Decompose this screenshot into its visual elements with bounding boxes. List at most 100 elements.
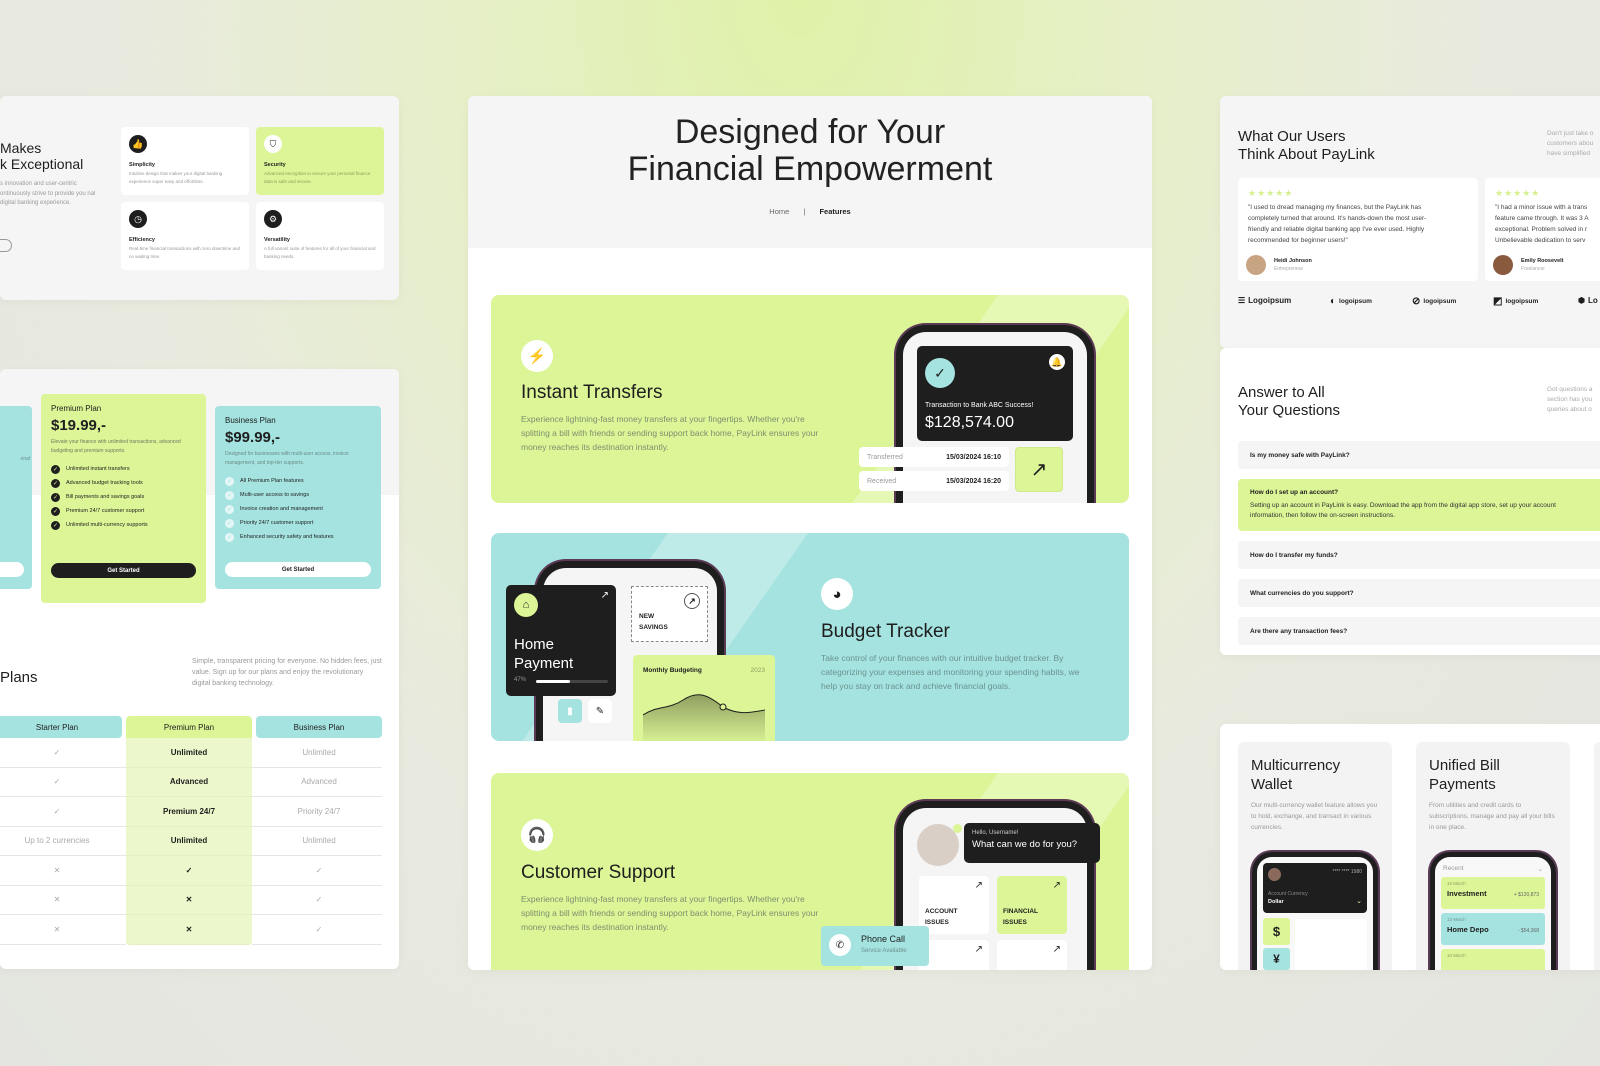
logo-icon: ⬢ xyxy=(1578,296,1585,305)
new-savings-card[interactable]: ↗ NEW SAVINGS xyxy=(631,586,708,642)
why-choose-panel: Makes k Exceptional s innovation and use… xyxy=(0,96,399,300)
check-icon: ✓ xyxy=(51,520,60,530)
home-icon: ⌂ xyxy=(514,593,538,617)
account-issues-tile[interactable]: ↗ ACCOUNT ISSUES xyxy=(919,876,989,934)
logo-icon: ⊘ xyxy=(1412,296,1421,307)
financial-issues-tile[interactable]: ↗ FINANCIAL ISSUES xyxy=(997,876,1067,934)
dollar-button[interactable]: $ xyxy=(1263,918,1290,945)
arrow-up-right-icon: ↗ xyxy=(600,590,609,601)
faq-title: Answer to All Your Questions xyxy=(1238,384,1341,419)
faq-item[interactable]: How do I transfer my funds? xyxy=(1238,541,1600,569)
chart-icon[interactable]: ▮ xyxy=(558,699,582,723)
partner-logo: ⬢ Lo xyxy=(1578,296,1598,305)
transferred-row: Transferred 15/03/2024 16:10 xyxy=(859,447,1009,467)
comparison-cell: ✓ xyxy=(256,886,382,915)
faq-item[interactable]: Is my money safe with PayLink? xyxy=(1238,441,1600,469)
bill-item[interactable]: 12 March Home Depo - $54,368 xyxy=(1441,913,1545,945)
col-premium: Premium Plan xyxy=(126,716,252,738)
faq-panel: Answer to All Your Questions Got question… xyxy=(1220,348,1600,655)
bell-icon[interactable]: 🔔 xyxy=(1049,354,1065,370)
business-get-started-button[interactable]: Get Started xyxy=(225,562,371,577)
more-features-panel: Multicurrency Wallet Our multi-currency w… xyxy=(1220,724,1600,970)
comparison-cell: ✓ xyxy=(256,915,382,945)
arrow-up-right-icon: ↗ xyxy=(974,944,983,955)
yen-button[interactable]: ¥ xyxy=(1263,948,1290,970)
bill-item[interactable]: 16 March Investment + $120,873 xyxy=(1441,877,1545,909)
budget-curve xyxy=(643,694,765,741)
starter-get-started-button[interactable] xyxy=(0,562,24,577)
plan-feature: ✓ All Premium Plan features xyxy=(225,476,304,486)
breadcrumb-current: Features xyxy=(819,207,851,216)
partner-logo: ☰ Logoipsum xyxy=(1238,296,1292,305)
check-icon: ✓ xyxy=(225,476,234,486)
support-tile[interactable]: ↗ xyxy=(997,940,1067,970)
multicurrency-card: Multicurrency Wallet Our multi-currency w… xyxy=(1238,742,1392,970)
faq-item-open[interactable]: How do I set up an account? Setting up a… xyxy=(1238,479,1600,531)
received-row: Received 15/03/2024 16:20 xyxy=(859,471,1009,491)
headphones-icon: 🎧 xyxy=(521,819,553,851)
avatar xyxy=(1493,255,1513,275)
plan-feature: ✓ Premium 24/7 customer support xyxy=(51,506,145,516)
comparison-cell: ✕ xyxy=(126,885,252,915)
phone-call-card[interactable]: ✆ Phone Call Service Available xyxy=(821,926,929,966)
features-page-panel: Designed for Your Financial Empowerment … xyxy=(468,96,1152,970)
exchange-chart xyxy=(1295,919,1367,970)
learn-more-button[interactable] xyxy=(0,239,12,252)
comparison-cell: ✕ xyxy=(0,856,122,886)
feature-budget-tracker: ⌂ ↗ Home Payment 47% ↗ NEW SAVINGS ▮ ✎ M… xyxy=(491,533,1129,741)
breadcrumb: Home | Features xyxy=(769,207,851,216)
comparison-cell: ✓ xyxy=(0,768,122,797)
support-tile[interactable]: ↗ xyxy=(919,940,989,970)
comparison-cell: ✕ xyxy=(126,915,252,945)
comparison-cell: ✓ xyxy=(126,856,252,886)
external-link-icon[interactable]: ↗ xyxy=(1015,447,1063,492)
arrow-up-right-icon: ↗ xyxy=(974,880,983,891)
compare-desc: Simple, transparent pricing for everyone… xyxy=(192,658,382,687)
comparison-row: ✓ Advanced Advanced xyxy=(0,767,382,797)
comparison-cell: Unlimited xyxy=(256,738,382,768)
avatar xyxy=(1246,255,1266,275)
breadcrumb-home[interactable]: Home xyxy=(769,207,789,216)
faq-item[interactable]: What currencies do you support? xyxy=(1238,579,1600,607)
check-icon: ✓ xyxy=(51,492,60,502)
faq-item[interactable]: Are there any transaction fees? xyxy=(1238,617,1600,645)
plan-feature: ✓ Advanced budget tracking tools xyxy=(51,478,143,488)
pie-chart-icon: ◕ xyxy=(821,578,853,610)
comparison-row: ✕ ✕ ✓ xyxy=(0,885,382,915)
partner-logo: ◩ logoipsum xyxy=(1493,296,1539,307)
comparison-cell: Unlimited xyxy=(256,827,382,856)
why-title: Makes k Exceptional xyxy=(0,140,84,172)
clock-icon: ◷ xyxy=(129,210,147,228)
phone-mockup: **** **** 1980 Account Currency Dollar ⌄… xyxy=(1252,852,1378,970)
plan-feature: ✓ Invoice creation and management xyxy=(225,504,323,514)
edit-icon[interactable]: ✎ xyxy=(588,699,612,723)
plan-feature: ✓ Enhanced security safety and features xyxy=(225,532,334,542)
plan-feature: ✓ Priority 24/7 customer support xyxy=(225,518,314,528)
testimonial-card: ★★★★★ "I used to dread managing my finan… xyxy=(1238,178,1478,281)
premium-get-started-button[interactable]: Get Started xyxy=(51,563,196,578)
plan-comparison-table: Starter Plan Premium Plan Business Plan … xyxy=(0,716,382,945)
plan-feature: ✓ Bill payments and savings goals xyxy=(51,492,145,502)
star-rating: ★★★★★ xyxy=(1495,188,1541,198)
shield-icon: ⛉ xyxy=(264,135,282,153)
logo-icon: ◐ xyxy=(1330,296,1337,307)
logo-icon: ☰ xyxy=(1238,296,1246,305)
comparison-cell: Unlimited xyxy=(126,826,252,856)
bill-item[interactable]: 10 March xyxy=(1441,949,1545,970)
plan-feature: ✓ Unlimited multi-currency supports xyxy=(51,520,148,530)
partner-logo: ◐ logoipsum xyxy=(1330,296,1372,307)
check-icon: ✓ xyxy=(225,490,234,500)
col-starter: Starter Plan xyxy=(0,716,122,738)
feature-instant-transfers: ⚡ Instant Transfers Experience lightning… xyxy=(491,295,1129,503)
plan-feature: ✓ Multi-user access to savings xyxy=(225,490,310,500)
home-payment-card[interactable]: ⌂ ↗ Home Payment 47% xyxy=(506,585,616,696)
chevron-down-icon: ⌄ xyxy=(1537,866,1543,873)
arrow-up-right-icon: ↗ xyxy=(684,593,700,609)
feature-card-security: ⛉ Security Advanced encryption to ensure… xyxy=(256,127,384,195)
lightning-icon: ⚡ xyxy=(521,340,553,372)
comparison-cell: Advanced xyxy=(126,767,252,797)
monthly-budgeting-card: Monthly Budgeting 2023 xyxy=(633,655,775,741)
progress-bar xyxy=(536,680,608,683)
pricing-panel: onal Premium Plan $19.99,- Elevate your … xyxy=(0,369,399,969)
versatility-icon: ⚙ xyxy=(264,210,282,228)
